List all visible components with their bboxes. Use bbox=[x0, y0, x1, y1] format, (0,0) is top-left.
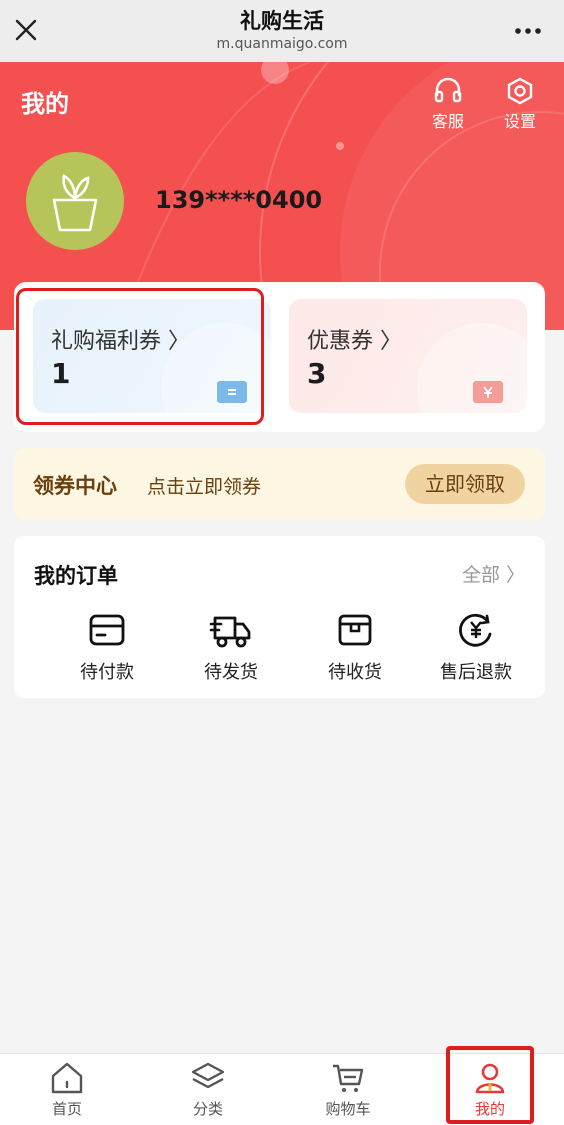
tab-label: 首页 bbox=[51, 1100, 82, 1118]
tab-category[interactable]: 分类 bbox=[158, 1060, 258, 1119]
box-icon bbox=[338, 614, 372, 646]
orders-title: 我的订单 bbox=[34, 564, 118, 588]
tab-mine-highlight bbox=[446, 1046, 534, 1124]
refund-icon bbox=[459, 613, 492, 647]
customer-service-button[interactable]: 客服 bbox=[423, 76, 473, 132]
order-item-label: 售后退款 bbox=[440, 662, 512, 683]
browser-title: 礼购生活 bbox=[240, 9, 324, 33]
order-pending-payment[interactable]: 待付款 bbox=[57, 610, 157, 684]
voucher-center-banner[interactable]: 领券中心 点击立即领券 立即领取 bbox=[14, 448, 545, 520]
truck-icon bbox=[209, 616, 251, 648]
tab-home[interactable]: 首页 bbox=[17, 1060, 117, 1119]
headset-icon bbox=[434, 77, 462, 103]
user-phone: 139****0400 bbox=[155, 186, 323, 214]
gear-icon bbox=[507, 77, 533, 105]
voucher-center-subtitle: 点击立即领券 bbox=[147, 476, 262, 498]
browser-top-bar: 礼购生活 m.quanmaigo.com bbox=[0, 0, 564, 62]
tab-cart[interactable]: 购物车 bbox=[298, 1060, 398, 1119]
discount-coupon-count: 3 bbox=[307, 357, 327, 390]
order-after-sales[interactable]: 售后退款 bbox=[426, 610, 526, 684]
tab-label: 分类 bbox=[192, 1100, 223, 1118]
yen-ticket-icon bbox=[473, 381, 503, 403]
cart-icon bbox=[333, 1064, 364, 1092]
more-icon[interactable] bbox=[510, 14, 546, 44]
all-orders-link[interactable]: 全部 〉 bbox=[462, 560, 525, 587]
order-item-label: 待发货 bbox=[204, 662, 258, 683]
settings-button[interactable]: 设置 bbox=[495, 76, 545, 132]
layers-icon bbox=[191, 1062, 225, 1089]
avatar[interactable] bbox=[26, 152, 124, 250]
decor-blob bbox=[417, 323, 527, 413]
plant-pot-icon bbox=[52, 174, 98, 232]
page-title: 我的 bbox=[21, 90, 69, 118]
order-item-label: 待付款 bbox=[80, 662, 134, 683]
home-icon bbox=[51, 1062, 83, 1094]
settings-label: 设置 bbox=[503, 112, 536, 131]
order-item-label: 待收货 bbox=[328, 662, 382, 683]
discount-coupon-label: 优惠券 〉 bbox=[307, 329, 402, 354]
tab-label: 购物车 bbox=[325, 1100, 371, 1118]
order-pending-shipment[interactable]: 待发货 bbox=[181, 610, 281, 684]
browser-url: m.quanmaigo.com bbox=[216, 36, 348, 52]
gift-coupon-highlight bbox=[16, 288, 264, 425]
claim-now-button[interactable]: 立即领取 bbox=[405, 464, 525, 504]
voucher-center-title: 领券中心 bbox=[33, 474, 117, 498]
service-label: 客服 bbox=[431, 112, 464, 131]
discount-coupon-box[interactable]: 优惠券 〉 3 bbox=[289, 299, 527, 413]
order-pending-receipt[interactable]: 待收货 bbox=[305, 610, 405, 684]
my-orders-card: 我的订单 全部 〉 待付款 待发货 待收货 售后退款 bbox=[14, 536, 545, 698]
card-icon bbox=[89, 614, 125, 646]
